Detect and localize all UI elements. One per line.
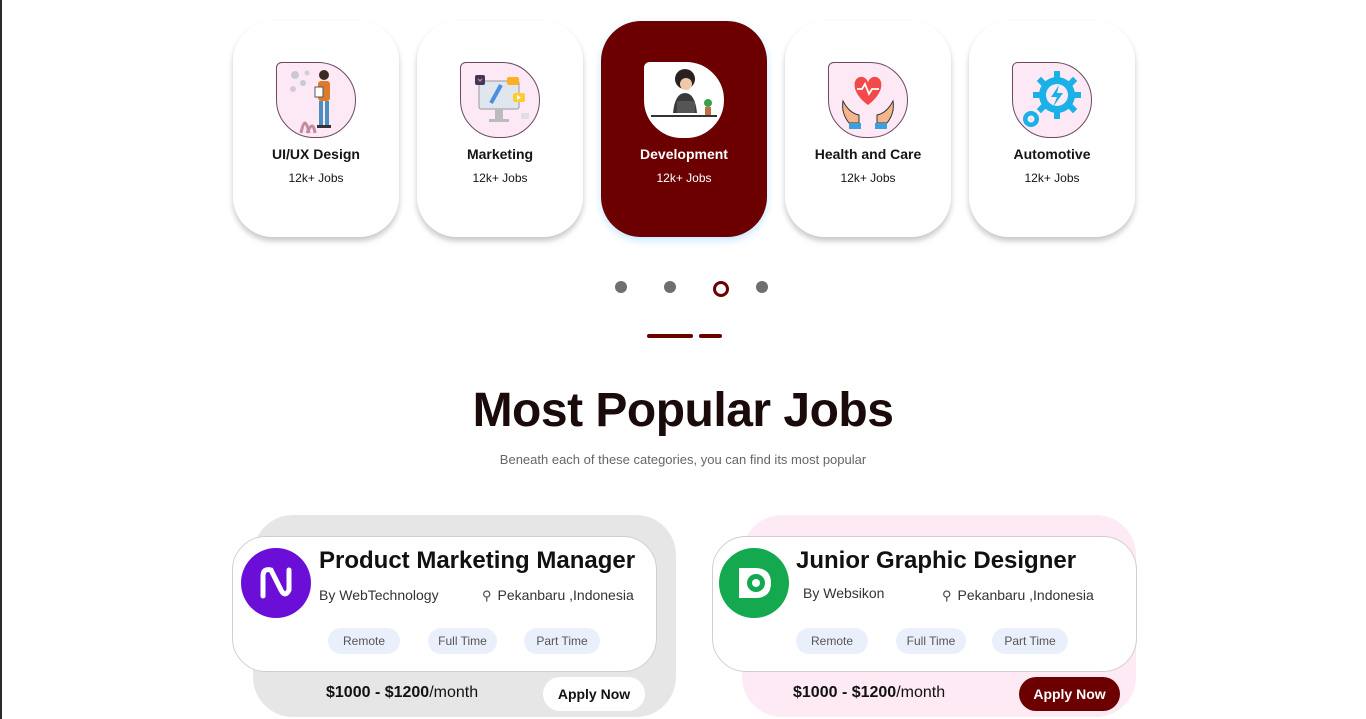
job-salary-range: $1000 - $1200 — [326, 684, 430, 701]
gears-icon — [1012, 62, 1092, 138]
job-tag-part-time: Part Time — [524, 628, 600, 654]
apply-now-button[interactable]: Apply Now — [1019, 677, 1120, 711]
job-location-text: Pekanbaru ,Indonesia — [957, 587, 1094, 603]
websikon-logo-icon — [719, 548, 789, 618]
location-pin-icon: ⚲ — [942, 588, 952, 603]
job-company: By Websikon — [803, 585, 885, 601]
job-tag-remote: Remote — [796, 628, 868, 654]
job-salary-range: $1000 - $1200 — [793, 684, 897, 701]
category-card-development[interactable]: Development 12k+ Jobs — [601, 21, 767, 237]
job-location-text: Pekanbaru ,Indonesia — [497, 587, 634, 603]
category-card-ui-ux-design[interactable]: UI/UX Design 12k+ Jobs — [233, 21, 399, 237]
job-tag-remote: Remote — [328, 628, 400, 654]
category-job-count: 12k+ Jobs — [472, 171, 528, 185]
carousel-dot-2[interactable] — [664, 281, 676, 293]
page-left-border — [0, 0, 2, 719]
job-location: ⚲ Pekanbaru ,Indonesia — [942, 587, 1094, 604]
carousel-dot-1[interactable] — [615, 281, 627, 293]
category-job-count: 12k+ Jobs — [656, 171, 712, 185]
job-company: By WebTechnology — [319, 587, 439, 603]
job-salary: $1000 - $1200/month — [793, 684, 945, 702]
category-card-marketing[interactable]: Marketing 12k+ Jobs — [417, 21, 583, 237]
job-location: ⚲ Pekanbaru ,Indonesia — [482, 587, 634, 604]
category-job-count: 12k+ Jobs — [840, 171, 896, 185]
designer-illustration-icon — [276, 62, 356, 138]
job-salary-period: /month — [896, 684, 946, 701]
job-salary: $1000 - $1200/month — [326, 684, 478, 702]
job-salary-period: /month — [429, 684, 479, 701]
job-tag-part-time: Part Time — [992, 628, 1068, 654]
section-divider-long — [647, 334, 693, 338]
section-divider-short — [699, 334, 722, 338]
section-subtitle: Beneath each of these categories, you ca… — [499, 452, 867, 467]
developer-illustration-icon — [644, 62, 724, 138]
job-title[interactable]: Product Marketing Manager — [319, 547, 635, 575]
category-card-automotive[interactable]: Automotive 12k+ Jobs — [969, 21, 1135, 237]
category-title: Automotive — [1013, 146, 1091, 162]
category-title: Development — [640, 146, 728, 162]
category-title: Health and Care — [814, 146, 922, 162]
category-job-count: 12k+ Jobs — [1024, 171, 1080, 185]
category-card-health-and-care[interactable]: Health and Care 12k+ Jobs — [785, 21, 951, 237]
marketing-illustration-icon — [460, 62, 540, 138]
carousel-dot-3-active[interactable] — [713, 281, 729, 297]
job-title[interactable]: Junior Graphic Designer — [796, 547, 1076, 575]
category-title: Marketing — [466, 146, 534, 162]
webtechnology-logo-icon — [241, 548, 311, 618]
job-tag-full-time: Full Time — [428, 628, 497, 654]
carousel-dot-4[interactable] — [756, 281, 768, 293]
category-title: UI/UX Design — [272, 146, 360, 162]
job-tag-full-time: Full Time — [896, 628, 966, 654]
heart-hands-icon — [828, 62, 908, 138]
category-job-count: 12k+ Jobs — [288, 171, 344, 185]
location-pin-icon: ⚲ — [482, 588, 492, 603]
section-title: Most Popular Jobs — [472, 384, 894, 437]
apply-now-button[interactable]: Apply Now — [543, 677, 645, 711]
